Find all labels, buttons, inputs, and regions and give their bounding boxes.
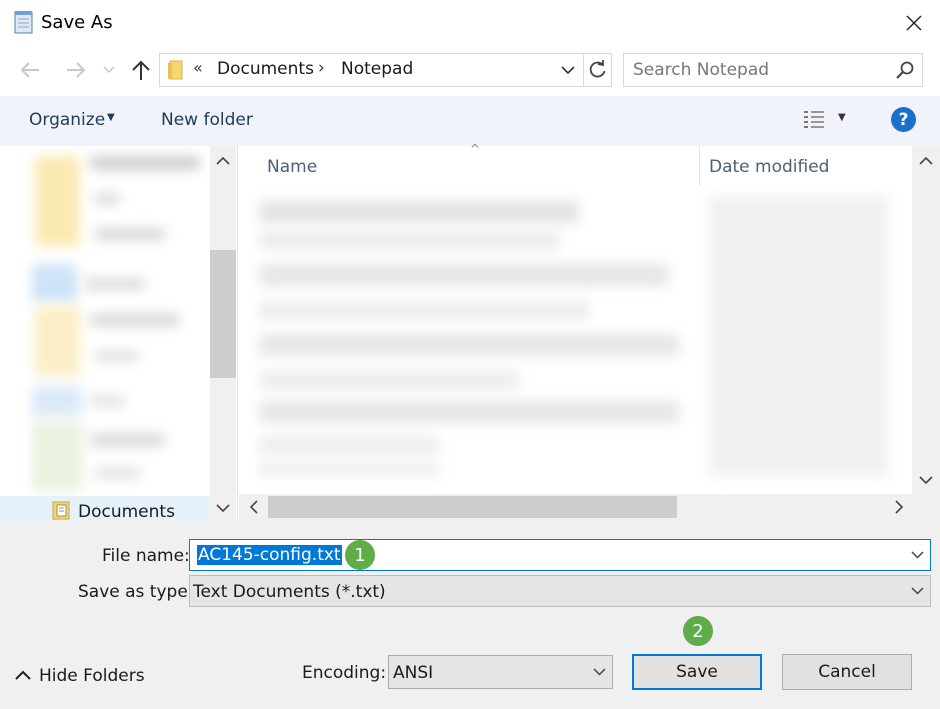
arrow-up-icon (132, 60, 150, 80)
address-overflow[interactable]: « (193, 58, 203, 77)
list-scroll-up-button[interactable] (915, 150, 937, 170)
documents-folder-icon (52, 501, 70, 520)
blurred-label (90, 434, 165, 446)
blurred-folder (32, 386, 82, 416)
blurred-row (259, 436, 439, 454)
encoding-dropdown[interactable] (588, 659, 610, 685)
arrow-right-icon (67, 62, 86, 78)
up-button[interactable] (126, 56, 156, 84)
blurred-row (259, 201, 579, 223)
forward-button[interactable] (60, 56, 92, 84)
refresh-button[interactable] (584, 53, 612, 87)
cancel-button[interactable]: Cancel (782, 654, 912, 690)
organize-button[interactable]: Organize (29, 110, 105, 130)
column-header-name[interactable]: Name (267, 157, 317, 177)
search-input[interactable] (633, 58, 883, 82)
encoding-label: Encoding: (302, 663, 387, 683)
breadcrumb-documents[interactable]: Documents (217, 59, 314, 79)
blurred-row (259, 401, 679, 423)
file-name-value[interactable]: AC145-config.txt (197, 545, 342, 565)
refresh-icon (589, 60, 605, 78)
blurred-row (259, 371, 519, 389)
navigation-pane[interactable] (0, 146, 238, 520)
file-list-scrollbar[interactable] (912, 146, 940, 494)
nav-scrollbar-thumb[interactable] (210, 250, 236, 378)
back-button[interactable] (14, 56, 46, 84)
step-2-callout: 2 (683, 616, 713, 646)
blurred-label (95, 228, 165, 240)
command-toolbar (0, 96, 940, 146)
nav-item-label: Documents (78, 502, 175, 522)
blurred-label (85, 278, 145, 290)
close-icon (906, 15, 922, 31)
address-dropdown[interactable] (555, 55, 581, 85)
blurred-row (259, 461, 439, 477)
blurred-row (259, 231, 559, 249)
view-options-caret-icon[interactable]: ▼ (838, 112, 846, 123)
notepad-icon (14, 11, 33, 34)
horizontal-scrollbar-thumb[interactable] (268, 496, 677, 518)
hide-folders-button[interactable]: Hide Folders (39, 666, 145, 686)
scrollbar-corner (912, 494, 940, 520)
nav-scroll-down-button[interactable] (213, 498, 233, 518)
recent-locations-button[interactable] (100, 56, 118, 84)
new-folder-button[interactable]: New folder (161, 110, 253, 130)
blurred-row (259, 301, 589, 319)
blurred-label (95, 194, 120, 204)
blurred-folder (32, 264, 77, 302)
chevron-down-icon (592, 668, 606, 676)
chevron-down-icon (910, 587, 924, 595)
search-icon[interactable] (895, 60, 915, 80)
chevron-down-icon (216, 503, 230, 512)
save-button[interactable]: Save (632, 654, 762, 690)
chevron-down-icon (103, 66, 115, 74)
chevron-up-icon (919, 156, 933, 165)
scroll-right-button[interactable] (889, 497, 909, 517)
blurred-folder (35, 306, 80, 376)
folder-icon (168, 60, 183, 80)
save-as-type-value[interactable]: Text Documents (*.txt) (193, 582, 386, 602)
chevron-left-icon (249, 500, 258, 514)
nav-scroll-up-button[interactable] (213, 150, 233, 170)
chevron-down-icon (919, 475, 933, 484)
blurred-label (90, 156, 200, 170)
close-button[interactable] (893, 6, 935, 40)
blurred-label (90, 314, 180, 326)
blurred-row (259, 264, 669, 286)
file-name-label: File name: (102, 546, 190, 566)
encoding-value[interactable]: ANSI (393, 663, 433, 683)
blurred-label (95, 468, 140, 478)
save-as-type-dropdown[interactable] (905, 578, 929, 604)
blurred-row (259, 334, 679, 356)
column-header-date-modified[interactable]: Date modified (709, 157, 829, 177)
file-list[interactable] (239, 146, 940, 520)
scroll-left-button[interactable] (243, 497, 263, 517)
sort-ascending-icon: ^ (470, 142, 481, 156)
column-divider[interactable] (699, 146, 700, 186)
help-button[interactable]: ? (891, 107, 916, 132)
blurred-date-column (709, 196, 889, 476)
file-name-dropdown[interactable] (905, 542, 929, 568)
step-1-callout: 1 (345, 540, 375, 570)
caret-down-icon[interactable]: ▼ (107, 112, 115, 123)
chevron-down-icon (910, 551, 924, 559)
save-as-type-label: Save as type: (78, 582, 194, 602)
chevron-up-icon[interactable] (14, 668, 32, 682)
chevron-up-icon (216, 156, 230, 165)
chevron-right-icon (894, 500, 903, 514)
window-title: Save As (41, 12, 113, 33)
arrow-left-icon (20, 62, 39, 78)
blurred-folder (32, 421, 82, 491)
breadcrumb-notepad[interactable]: Notepad (341, 59, 413, 79)
view-details-icon[interactable] (802, 108, 826, 130)
breadcrumb-separator[interactable]: › (318, 58, 325, 78)
title-bar (0, 0, 940, 46)
chevron-down-icon (561, 65, 575, 74)
blurred-folder (35, 156, 80, 246)
list-scroll-down-button[interactable] (915, 470, 937, 490)
blurred-label (95, 351, 140, 361)
blurred-label (90, 396, 125, 406)
